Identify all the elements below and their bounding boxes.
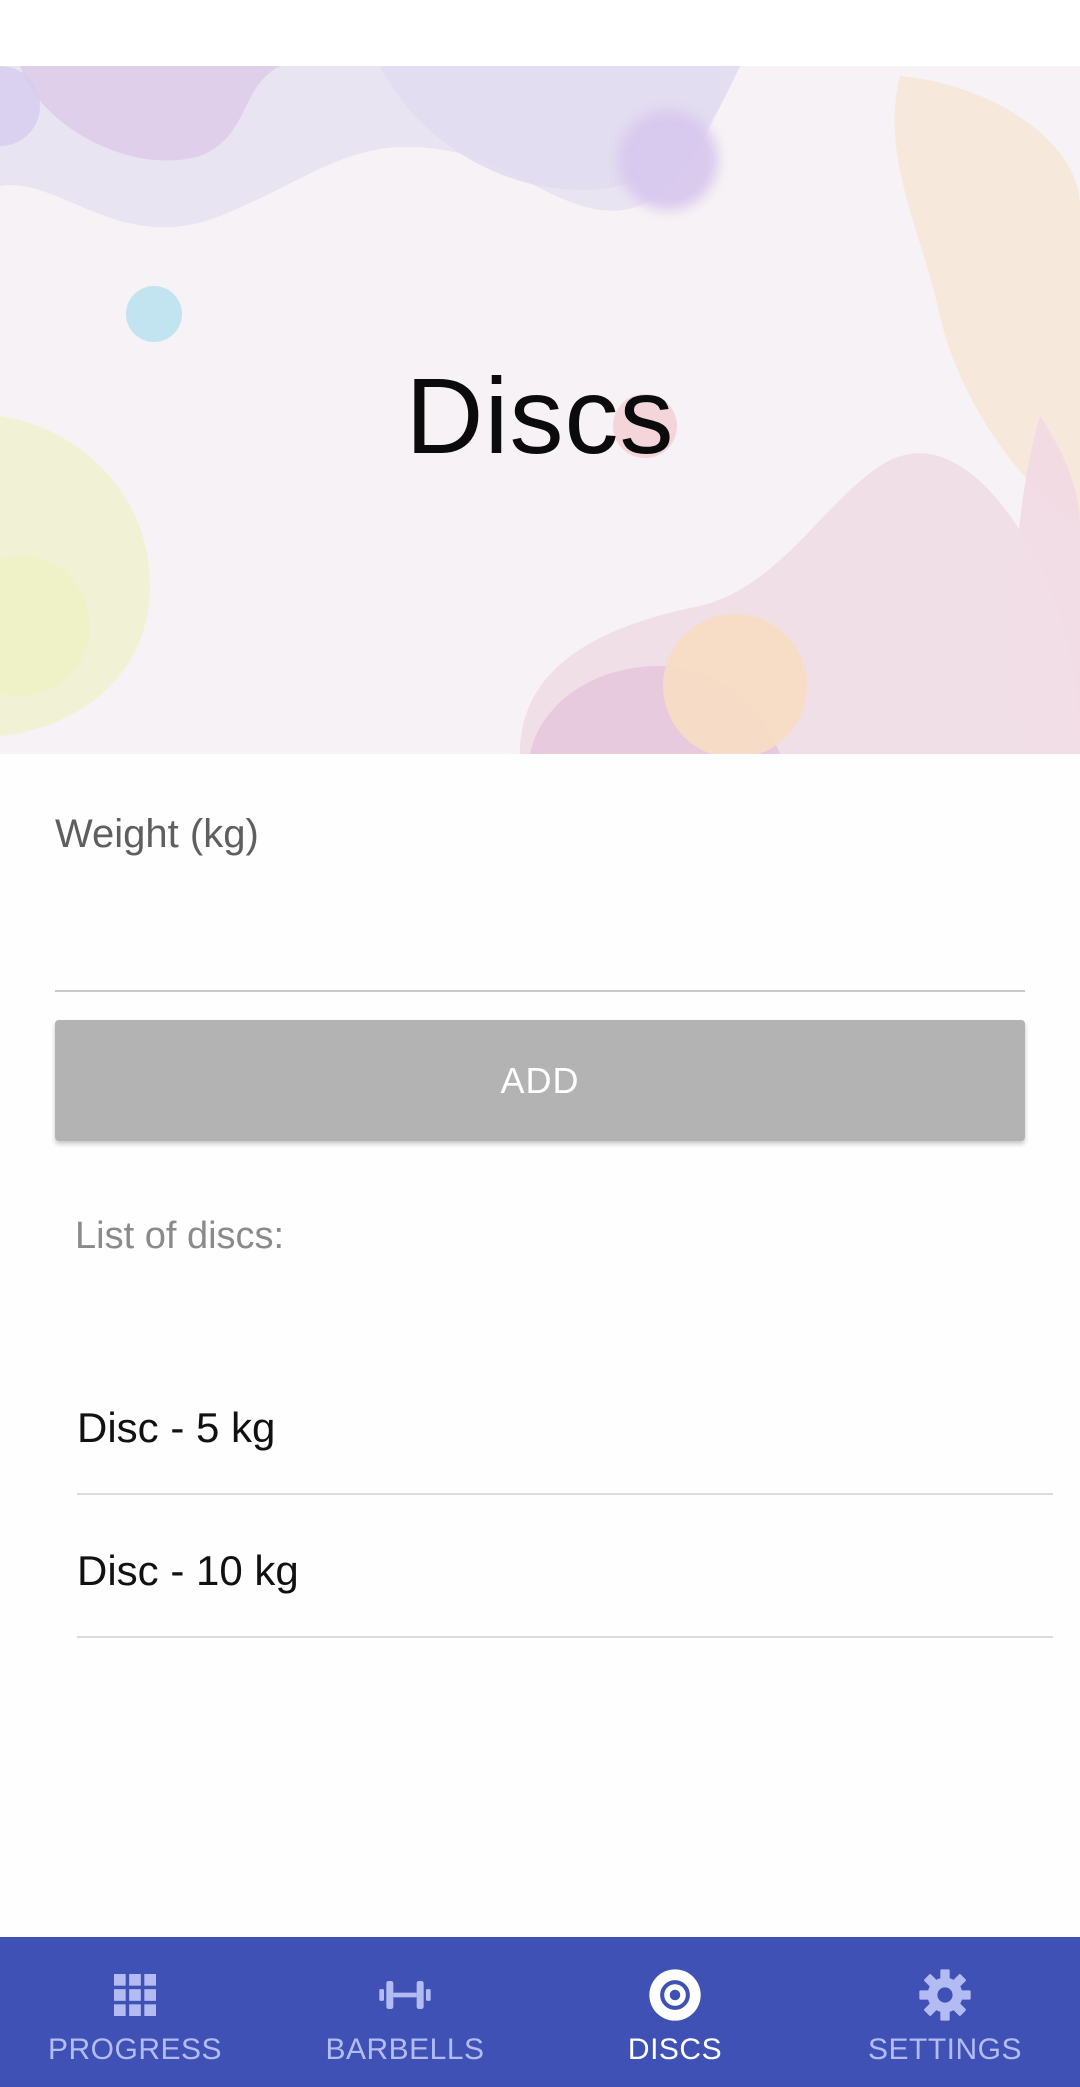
nav-label: DISCS [627,2033,723,2066]
disc-icon [649,1969,701,2021]
grid-icon [114,1974,156,2016]
nav-label: BARBELLS [325,2033,485,2066]
add-button[interactable]: ADD [55,1020,1025,1141]
nav-label: SETTINGS [867,2033,1022,2066]
list-heading: List of discs: [75,1215,285,1257]
bottom-navigation: PROGRESS BARBELLS DISCS SETTINGS [0,1937,1080,2087]
list-item[interactable]: Disc - 10 kg [77,1495,1053,1638]
barbell-icon [379,1981,431,2009]
nav-item-barbells[interactable]: BARBELLS [270,1937,540,2087]
header-banner: Discs [0,66,1080,754]
nav-label: PROGRESS [47,2033,223,2066]
gear-icon [919,1969,971,2021]
page-title: Discs [405,354,675,476]
status-bar [0,0,1080,66]
list-item[interactable]: Disc - 5 kg [77,1352,1053,1495]
nav-item-progress[interactable]: PROGRESS [0,1937,270,2087]
nav-item-settings[interactable]: SETTINGS [810,1937,1080,2087]
weight-field-label: Weight (kg) [55,812,259,856]
weight-input[interactable] [55,880,1025,992]
disc-list: Disc - 5 kg Disc - 10 kg [77,1352,1053,1638]
nav-item-discs[interactable]: DISCS [540,1937,810,2087]
